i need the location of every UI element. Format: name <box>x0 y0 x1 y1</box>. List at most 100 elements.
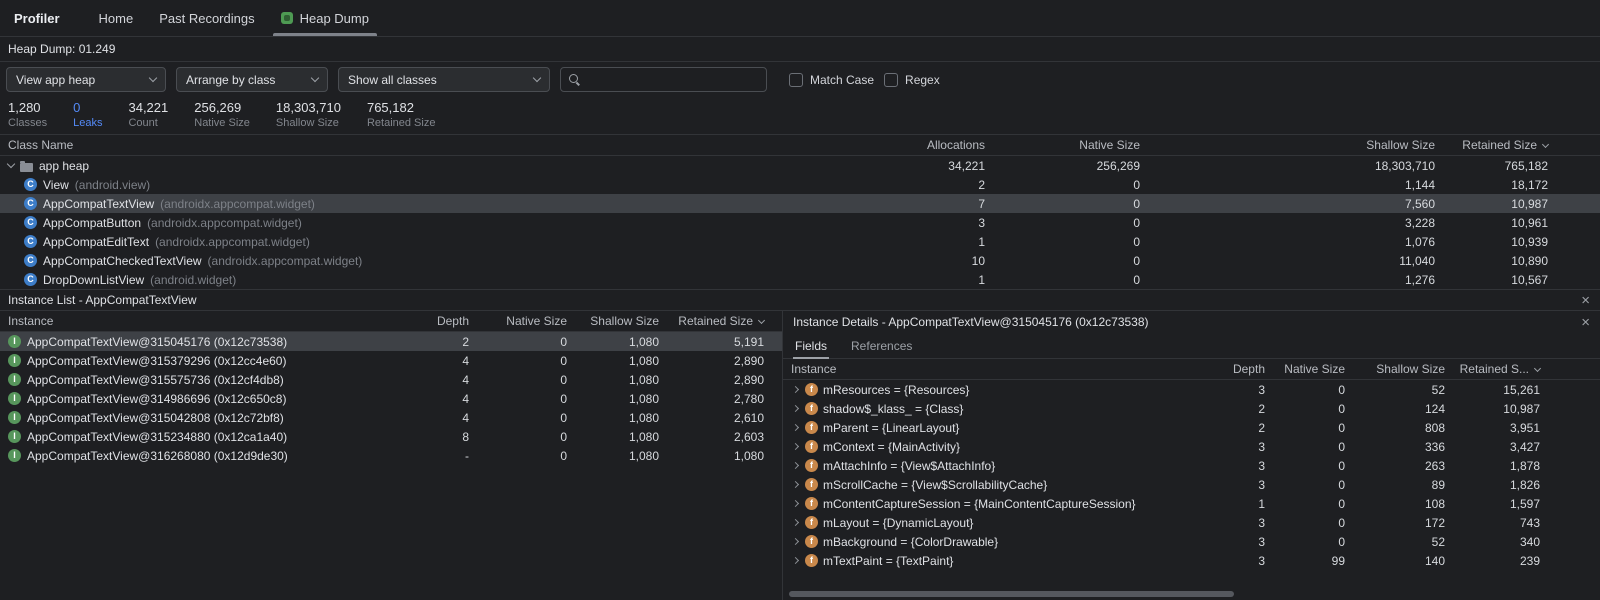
class-row-appcompatcheckedtextview[interactable]: C AppCompatCheckedTextView (androidx.app… <box>0 251 1600 270</box>
instance-row[interactable]: I AppCompatTextView@314986696 (0x12c650c… <box>0 389 782 408</box>
instance-row[interactable]: I AppCompatTextView@315575736 (0x12cf4db… <box>0 370 782 389</box>
heap-name: app heap <box>39 159 89 173</box>
col-shallow-size[interactable]: Shallow Size <box>1345 362 1445 376</box>
chevron-down-icon[interactable] <box>7 160 15 168</box>
field-depth: 3 <box>1210 478 1265 492</box>
instance-native-size: 0 <box>469 392 567 406</box>
col-instance[interactable]: Instance <box>0 314 414 328</box>
class-row-appcompatbutton[interactable]: C AppCompatButton (androidx.appcompat.wi… <box>0 213 1600 232</box>
field-row[interactable]: f mContext = {MainActivity} 3 0 336 3,42… <box>783 437 1600 456</box>
col-retained-size[interactable]: Retained S... <box>1445 362 1600 376</box>
heap-dump-icon <box>281 12 293 24</box>
heap-select[interactable]: View app heap <box>6 67 166 92</box>
field-depth: 2 <box>1210 402 1265 416</box>
class-row-view[interactable]: C View (android.view) 2 0 1,144 18,172 <box>0 175 1600 194</box>
class-row-appcompatedittext[interactable]: C AppCompatEditText (androidx.appcompat.… <box>0 232 1600 251</box>
instance-label: AppCompatTextView@315042808 (0x12c72bf8) <box>27 411 284 425</box>
class-shallow-size: 1,144 <box>1140 178 1435 192</box>
col-native-size[interactable]: Native Size <box>985 138 1140 152</box>
instance-row[interactable]: I AppCompatTextView@316268080 (0x12d9de3… <box>0 446 782 465</box>
col-retained-size[interactable]: Retained Size <box>1435 138 1600 152</box>
field-row[interactable]: f mLayout = {DynamicLayout} 3 0 172 743 <box>783 513 1600 532</box>
class-row-appcompattextview[interactable]: C AppCompatTextView (androidx.appcompat.… <box>0 194 1600 213</box>
instance-row[interactable]: I AppCompatTextView@315234880 (0x12ca1a4… <box>0 427 782 446</box>
heap-row[interactable]: app heap 34,221 256,269 18,303,710 765,1… <box>0 156 1600 175</box>
instance-row[interactable]: I AppCompatTextView@315045176 (0x12c7353… <box>0 332 782 351</box>
col-depth[interactable]: Depth <box>414 314 469 328</box>
field-native-size: 0 <box>1265 402 1345 416</box>
field-retained-size: 10,987 <box>1445 402 1600 416</box>
field-row[interactable]: f mParent = {LinearLayout} 2 0 808 3,951 <box>783 418 1600 437</box>
chevron-right-icon[interactable] <box>792 557 799 564</box>
col-native-size[interactable]: Native Size <box>469 314 567 328</box>
class-allocations: 10 <box>770 254 985 268</box>
regex-checkbox[interactable]: Regex <box>884 73 940 87</box>
col-native-size[interactable]: Native Size <box>1265 362 1345 376</box>
col-class-name[interactable]: Class Name <box>0 138 770 152</box>
col-shallow-size[interactable]: Shallow Size <box>567 314 659 328</box>
stat-label: Classes <box>8 117 47 129</box>
search-box[interactable] <box>560 67 767 92</box>
col-retained-size[interactable]: Retained Size <box>659 314 782 328</box>
field-row[interactable]: f mContentCaptureSession = {MainContentC… <box>783 494 1600 513</box>
col-instance[interactable]: Instance <box>783 362 1210 376</box>
field-depth: 3 <box>1210 383 1265 397</box>
chevron-right-icon[interactable] <box>792 500 799 507</box>
chevron-right-icon[interactable] <box>792 519 799 526</box>
instance-row[interactable]: I AppCompatTextView@315042808 (0x12c72bf… <box>0 408 782 427</box>
col-shallow-size[interactable]: Shallow Size <box>1140 138 1435 152</box>
field-row[interactable]: f mScrollCache = {View$ScrollabilityCach… <box>783 475 1600 494</box>
top-tab-bar: Profiler Home Past Recordings Heap Dump <box>0 0 1600 37</box>
tab-heap-dump[interactable]: Heap Dump <box>268 0 382 36</box>
instance-shallow-size: 1,080 <box>567 392 659 406</box>
field-label: mBackground = {ColorDrawable} <box>823 535 998 549</box>
tab-references[interactable]: References <box>849 333 914 358</box>
stat-value: 34,221 <box>128 100 168 115</box>
chevron-right-icon[interactable] <box>792 405 799 412</box>
chevron-right-icon[interactable] <box>792 481 799 488</box>
tab-home[interactable]: Home <box>86 0 147 36</box>
tab-fields[interactable]: Fields <box>793 333 829 358</box>
field-row[interactable]: f mTextPaint = {TextPaint} 3 99 140 239 <box>783 551 1600 570</box>
arrange-select[interactable]: Arrange by class <box>176 67 328 92</box>
instance-label: AppCompatTextView@315045176 (0x12c73538) <box>27 335 287 349</box>
class-retained-size: 10,567 <box>1435 273 1600 287</box>
class-allocations: 7 <box>770 197 985 211</box>
class-native-size: 0 <box>985 254 1140 268</box>
field-row[interactable]: f mBackground = {ColorDrawable} 3 0 52 3… <box>783 532 1600 551</box>
search-input[interactable] <box>588 73 758 87</box>
instance-depth: 4 <box>414 373 469 387</box>
class-filter-select[interactable]: Show all classes <box>338 67 550 92</box>
instance-row[interactable]: I AppCompatTextView@315379296 (0x12cc4e6… <box>0 351 782 370</box>
class-table: Class Name Allocations Native Size Shall… <box>0 134 1600 289</box>
match-case-checkbox[interactable]: Match Case <box>789 73 874 87</box>
chevron-right-icon[interactable] <box>792 386 799 393</box>
instance-label: AppCompatTextView@315234880 (0x12ca1a40) <box>27 430 287 444</box>
close-icon[interactable]: × <box>1581 293 1590 308</box>
field-row[interactable]: f mResources = {Resources} 3 0 52 15,261 <box>783 380 1600 399</box>
chevron-right-icon[interactable] <box>792 538 799 545</box>
col-depth[interactable]: Depth <box>1210 362 1265 376</box>
col-allocations[interactable]: Allocations <box>770 138 985 152</box>
field-shallow-size: 108 <box>1345 497 1445 511</box>
stat-leaks[interactable]: 0 Leaks <box>73 100 102 134</box>
stat-shallow-size: 18,303,710 Shallow Size <box>276 100 341 134</box>
field-row[interactable]: f shadow$_klass_ = {Class} 2 0 124 10,98… <box>783 399 1600 418</box>
field-label: mResources = {Resources} <box>823 383 969 397</box>
chevron-right-icon[interactable] <box>792 462 799 469</box>
tab-past-recordings[interactable]: Past Recordings <box>146 0 267 36</box>
stat-label: Leaks <box>73 117 102 129</box>
field-shallow-size: 52 <box>1345 383 1445 397</box>
class-package: (androidx.appcompat.widget) <box>155 235 310 249</box>
class-allocations: 1 <box>770 235 985 249</box>
chevron-right-icon[interactable] <box>792 443 799 450</box>
chevron-right-icon[interactable] <box>792 424 799 431</box>
horizontal-scrollbar[interactable] <box>789 591 1234 597</box>
stat-classes: 1,280 Classes <box>8 100 47 134</box>
class-retained-size: 10,939 <box>1435 235 1600 249</box>
class-row-dropdownlistview[interactable]: C DropDownListView (android.widget) 1 0 … <box>0 270 1600 289</box>
close-icon[interactable]: × <box>1581 315 1590 330</box>
field-retained-size: 1,878 <box>1445 459 1600 473</box>
field-row[interactable]: f mAttachInfo = {View$AttachInfo} 3 0 26… <box>783 456 1600 475</box>
class-package: (android.widget) <box>150 273 236 287</box>
